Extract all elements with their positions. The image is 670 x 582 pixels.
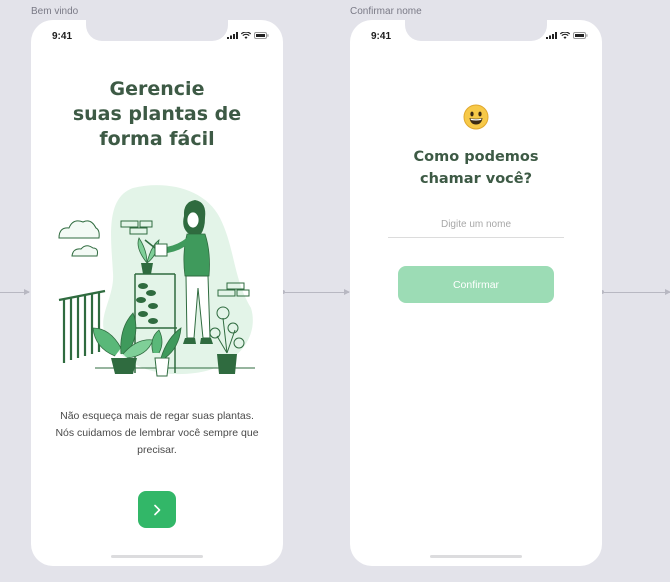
signal-icon bbox=[227, 32, 238, 39]
flow-connector-welcome-to-name bbox=[281, 289, 350, 295]
home-indicator bbox=[430, 555, 522, 558]
status-time: 9:41 bbox=[371, 31, 392, 42]
wifi-icon bbox=[560, 32, 570, 39]
welcome-description: Não esqueça mais de regar suas plantas. … bbox=[55, 410, 259, 456]
status-icons bbox=[227, 32, 269, 39]
welcome-title: Gerencie suas plantas de forma fácil bbox=[72, 78, 242, 150]
welcome-screen: 9:41 Gerencie suas plantas de forma fáci… bbox=[31, 20, 283, 566]
signal-icon bbox=[546, 32, 557, 39]
grinning-face-icon bbox=[463, 104, 489, 130]
woman-watering-plants-illustration bbox=[58, 185, 255, 377]
wifi-icon bbox=[241, 32, 251, 39]
frame-label-confirm-name: Confirmar nome bbox=[350, 6, 422, 17]
next-button[interactable] bbox=[138, 491, 176, 528]
battery-icon bbox=[573, 32, 588, 39]
home-indicator bbox=[111, 555, 203, 558]
confirm-button[interactable]: Confirmar bbox=[398, 266, 554, 303]
notch bbox=[86, 20, 228, 41]
status-time: 9:41 bbox=[52, 31, 73, 42]
confirm-name-screen: 9:41 Como podemos chamar você? Confirmar bbox=[350, 20, 602, 566]
name-input[interactable] bbox=[388, 211, 564, 238]
notch bbox=[405, 20, 547, 41]
status-icons bbox=[546, 32, 588, 39]
confirm-name-title: Como podemos chamar você? bbox=[413, 149, 539, 187]
battery-icon bbox=[254, 32, 269, 39]
frame-label-welcome: Bem vindo bbox=[31, 6, 79, 17]
flow-connector-in bbox=[0, 289, 30, 295]
flow-connector-name-out bbox=[600, 289, 670, 295]
chevron-right-icon bbox=[154, 504, 161, 515]
